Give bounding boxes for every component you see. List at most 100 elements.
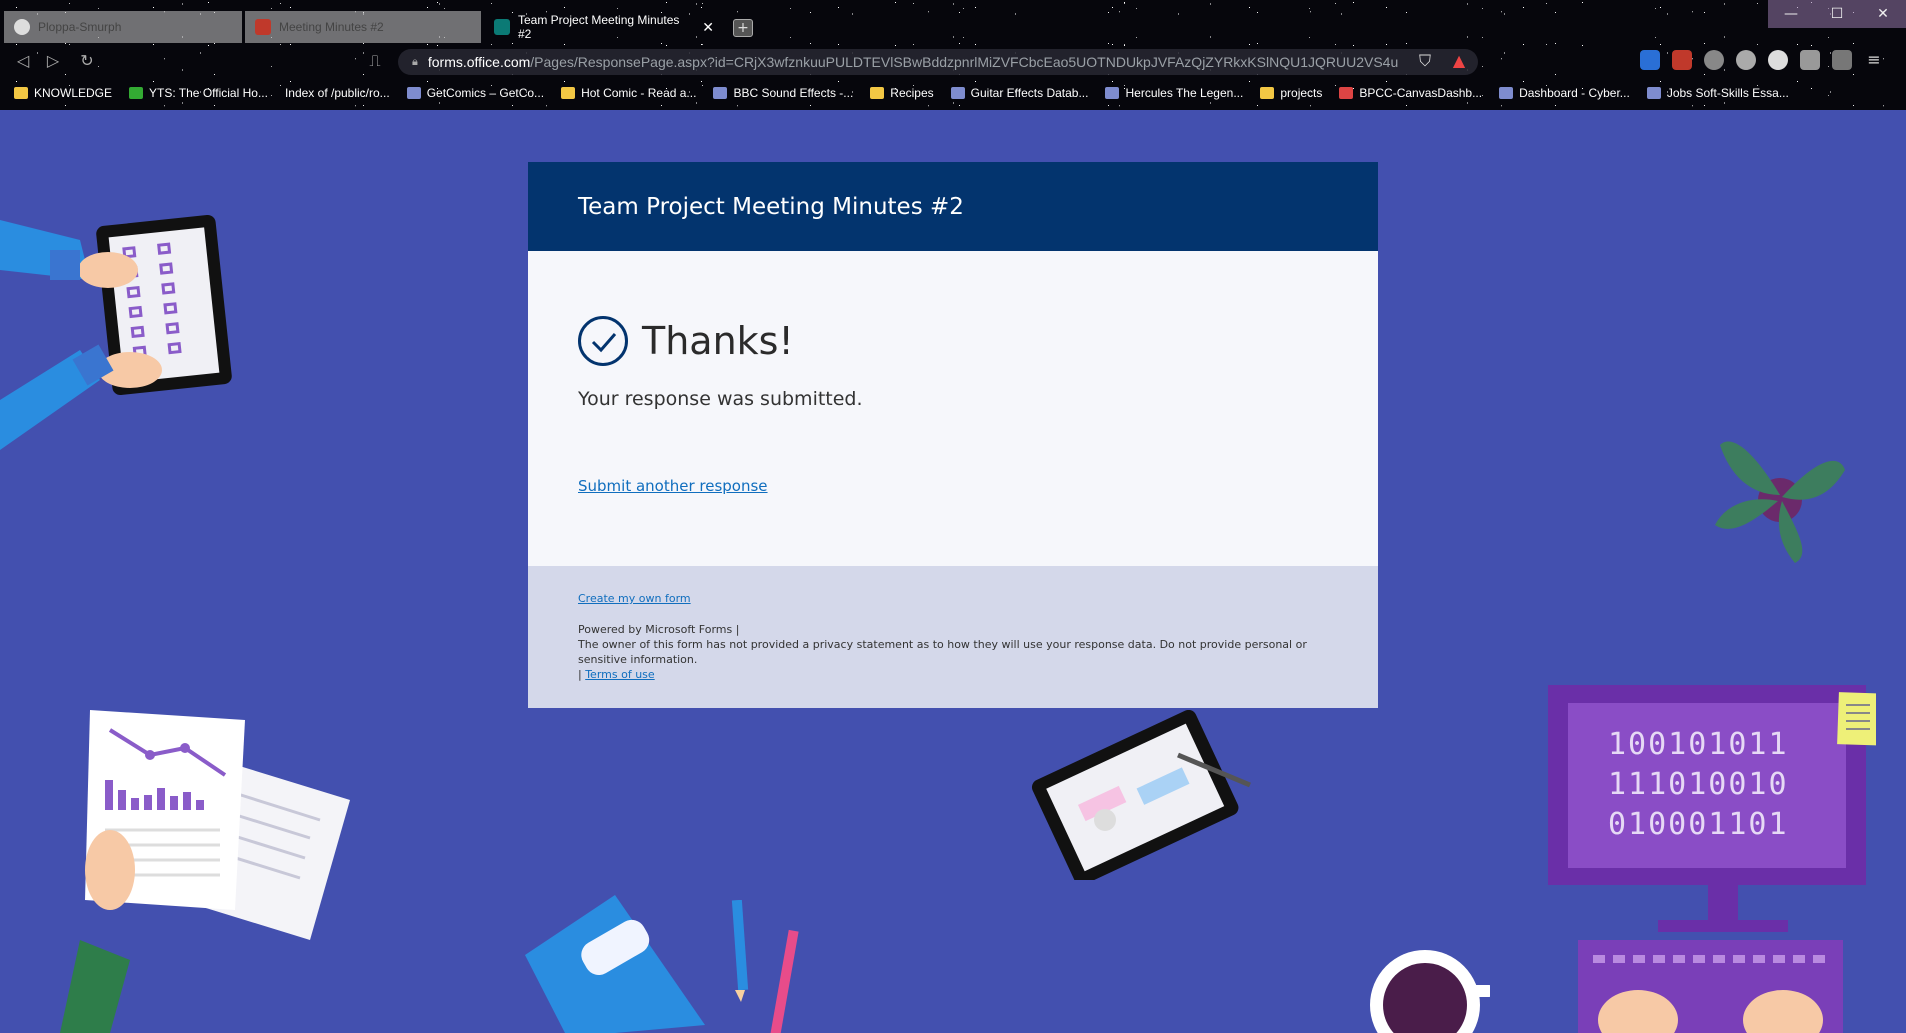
drawing-tablet-illustration [1031,710,1251,880]
bookmark-label: Jobs Soft-Skills Essa... [1666,86,1789,100]
bookmark-item[interactable]: Index of /public/ro... [285,86,390,100]
close-window-button[interactable]: ✕ [1860,0,1906,28]
bookmark-item[interactable]: Guitar Effects Datab... [950,86,1089,100]
close-tab-icon[interactable]: ✕ [702,19,714,36]
tablet-hands-illustration [0,214,232,450]
minimize-button[interactable]: — [1768,0,1814,28]
forms-page: 100101011 111010010 010001101 Team Proje… [0,110,1906,1033]
tab-canvas-minutes[interactable]: Meeting Minutes #2 [245,11,481,43]
form-title: Team Project Meeting Minutes #2 [578,193,964,220]
powered-by-text: Powered by Microsoft Forms | [578,623,740,636]
bookmark-item[interactable]: BBC Sound Effects -... [713,86,853,100]
folder-icon [1260,87,1275,99]
w-extension-icon[interactable] [1736,50,1756,70]
bookmark-label: GetComics – GetCo... [426,86,545,100]
submit-another-response-link[interactable]: Submit another response [578,477,768,495]
binary-line: 100101011 [1608,727,1789,762]
translate-extension-icon[interactable] [1640,50,1660,70]
browser-chrome: Ploppa-Smurph Meeting Minutes #2 Team Pr… [0,0,1906,110]
globe-extension-icon[interactable] [1768,50,1788,70]
site-favicon-icon [713,87,728,99]
forward-arrow-icon[interactable]: ▷ [42,50,64,72]
report-papers-illustration [60,710,350,1033]
url-path: /Pages/ResponsePage.aspx?id=CRjX3wfznkuu… [530,54,1399,70]
bookmark-item[interactable]: Hot Comic - Read a... [561,86,696,100]
back-arrow-icon[interactable]: ◁ [12,50,34,72]
site-favicon-icon [950,87,965,99]
bookmark-item[interactable]: KNOWLEDGE [14,86,112,100]
bookmark-label: KNOWLEDGE [34,86,113,100]
bookmark-item[interactable]: Recipes [870,86,934,100]
tab-github[interactable]: Ploppa-Smurph [4,11,242,43]
url-host: forms.office.com [427,54,531,70]
bookmark-label: BPCC-CanvasDashb... [1359,86,1483,100]
new-tab-button[interactable]: + [733,19,753,37]
tab-forms-active[interactable]: Team Project Meeting Minutes #2 ✕ [484,11,724,43]
site-favicon-icon [1339,87,1354,99]
bookmark-label: Recipes [890,86,934,100]
binary-screen: 100101011 111010010 010001101 [1608,725,1789,845]
bookmark-item[interactable]: Dashboard - Cyber... [1499,86,1630,100]
bookmark-label: Hot Comic - Read a... [581,86,697,100]
folder-icon [561,87,576,99]
bookmark-label: BBC Sound Effects -... [733,86,854,100]
lock-icon: 🔒︎ [412,55,418,68]
pencils-illustration [731,900,799,1033]
tab-strip: Ploppa-Smurph Meeting Minutes #2 Team Pr… [0,11,1906,43]
bookmark-label: Hercules The Legen... [1125,86,1244,100]
tab-title: Ploppa-Smurph [38,20,122,34]
reload-icon[interactable]: ↻ [76,50,98,72]
s-extension-icon[interactable] [1672,50,1692,70]
binary-line: 010001101 [1608,807,1789,842]
wallet-icon[interactable] [1832,50,1852,70]
github-icon [14,19,30,35]
site-favicon-icon [1646,87,1661,99]
privacy-statement: The owner of this form has not provided … [578,638,1307,666]
forms-icon [494,19,510,35]
response-card: Team Project Meeting Minutes #2 Thanks! … [528,162,1378,708]
bookmarks-bar: KNOWLEDGE YTS: The Official Ho... Index of… [0,82,1906,104]
plant-illustration [1715,441,1845,563]
terms-of-use-link[interactable]: Terms of use [585,668,654,681]
bookmark-item[interactable]: GetComics – GetCo... [406,86,545,100]
thanks-section: Thanks! Your response was submitted. Sub… [528,251,1378,566]
brave-shield-icon[interactable]: ⛉ [1414,50,1436,72]
create-my-own-form-link[interactable]: Create my own form [578,591,1328,606]
coffee-cup-illustration [1370,950,1490,1033]
puzzle-extensions-icon[interactable] [1800,50,1820,70]
notebook-illustration [525,895,705,1033]
bookmark-item[interactable]: projects [1260,86,1322,100]
tab-title: Team Project Meeting Minutes #2 [518,13,680,41]
brave-rewards-icon[interactable]: ▲ [1448,50,1470,72]
bookmark-item[interactable]: Jobs Soft-Skills Essa... [1646,86,1789,100]
form-header: Team Project Meeting Minutes #2 [528,162,1378,251]
extension-icons: ≡ [1640,50,1884,70]
bookmark-icon[interactable]: ⎍ [364,50,386,72]
folder-icon [14,87,28,99]
folder-icon [870,87,885,99]
window-controls: — ☐ ✕ [1768,0,1906,28]
bookmark-item[interactable]: BPCC-CanvasDashb... [1339,86,1482,100]
binary-line: 111010010 [1608,767,1789,802]
checkmark-icon [578,316,628,366]
site-favicon-icon [1499,87,1514,99]
canvas-icon [255,19,271,35]
bookmark-label: Guitar Effects Datab... [970,86,1089,100]
site-favicon-icon [406,87,421,99]
react-extension-icon[interactable] [1704,50,1724,70]
menu-icon[interactable]: ≡ [1864,50,1884,70]
form-footer: Create my own form Powered by Microsoft … [528,566,1378,708]
maximize-button[interactable]: ☐ [1814,0,1860,28]
bookmark-label: Index of /public/ro... [284,86,390,100]
browser-toolbar: ◁ ▷ ↻ ⎍ 🔒︎ forms.office.com /Pages/Respo… [0,46,1906,76]
terms-row: | Terms of use [578,667,1328,682]
site-favicon-icon [129,87,144,99]
bookmark-label: projects [1280,86,1323,100]
thanks-row: Thanks! [578,316,1328,366]
tab-title: Meeting Minutes #2 [279,20,384,34]
site-favicon-icon [1105,87,1120,99]
bookmark-item[interactable]: YTS: The Official Ho... [129,86,268,100]
bookmark-item[interactable]: Hercules The Legen... [1105,86,1243,100]
address-bar[interactable]: 🔒︎ forms.office.com /Pages/ResponsePage.… [398,49,1478,75]
bookmark-label: Dashboard - Cyber... [1519,86,1630,100]
